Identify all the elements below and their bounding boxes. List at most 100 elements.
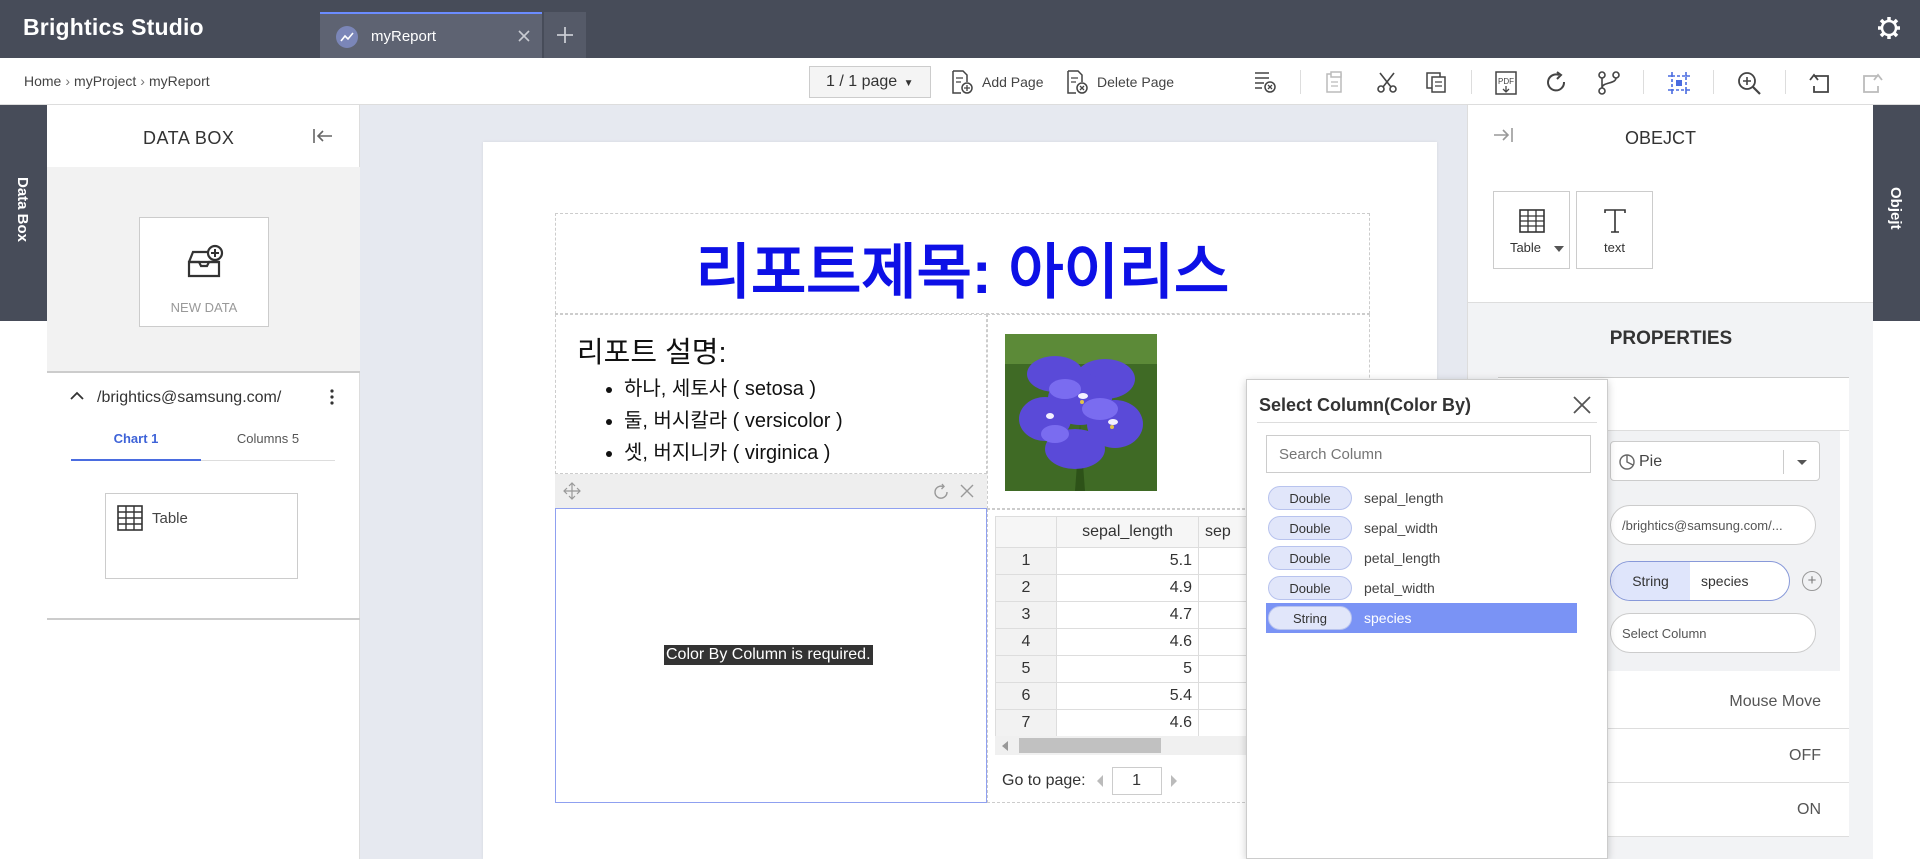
refresh-icon[interactable]: [1543, 70, 1569, 96]
caret-down-icon: ▼: [903, 78, 914, 89]
paste-icon[interactable]: [1323, 70, 1347, 94]
breadcrumb: Home › myProject › myReport: [24, 73, 210, 89]
report-chart-icon: [336, 26, 358, 48]
add-page-button[interactable]: Add Page: [950, 69, 1044, 95]
branch-icon[interactable]: [1596, 70, 1622, 96]
dropdown-arrow-icon[interactable]: [1783, 450, 1819, 474]
pdf-export-icon[interactable]: PDF: [1493, 70, 1519, 96]
title-text-box[interactable]: 리포트제목: 아이리스: [555, 213, 1370, 314]
data-box-side-tab[interactable]: Data Box: [0, 105, 47, 321]
object-side-tab-label: Objejt: [1887, 187, 1904, 230]
data-box-panel: DATA BOX NEW DATA /brightics@samsung.com…: [47, 105, 360, 859]
close-chart-icon[interactable]: [959, 483, 975, 499]
tab-myreport[interactable]: myReport: [320, 12, 542, 58]
column-option-sepal-length[interactable]: Double sepal_length: [1266, 483, 1577, 513]
prev-page-icon[interactable]: [1096, 775, 1104, 787]
divider: [47, 618, 360, 620]
goto-page-input[interactable]: 1: [1111, 767, 1162, 795]
object-palette: Table text: [1468, 167, 1874, 303]
property-value: OFF: [1789, 747, 1821, 764]
collapse-right-icon[interactable]: [1492, 126, 1514, 144]
list-item: 셋, 버지니카 ( virginica ): [624, 437, 843, 469]
close-icon[interactable]: [1571, 394, 1593, 416]
property-row-off[interactable]: OFF: [1608, 729, 1849, 783]
object-side-tab[interactable]: Objejt: [1873, 105, 1920, 321]
more-vertical-icon[interactable]: [329, 389, 335, 405]
add-column-button[interactable]: +: [1802, 571, 1822, 591]
column-header-sepal-length[interactable]: sepal_length: [1056, 516, 1199, 548]
column-option-sepal-width[interactable]: Double sepal_width: [1266, 513, 1577, 543]
column-option-petal-width[interactable]: Double petal_width: [1266, 573, 1577, 603]
horizontal-scrollbar[interactable]: [995, 736, 1250, 755]
row-number: 6: [995, 682, 1057, 710]
cell: 5.4: [1056, 682, 1199, 710]
column-type-badge: Double: [1268, 486, 1352, 510]
column-type-badge: Double: [1268, 546, 1352, 570]
fit-selection-icon[interactable]: [1666, 70, 1692, 96]
redo-icon[interactable]: [1858, 70, 1884, 96]
column-name: sepal_length: [1364, 490, 1444, 506]
data-source-name: /brightics@samsung.com/: [97, 389, 282, 406]
column-name: species: [1364, 610, 1412, 626]
svg-text:PDF: PDF: [1498, 77, 1514, 86]
toolbar-divider: [1643, 70, 1644, 94]
add-database-icon: [185, 244, 225, 282]
move-icon[interactable]: [563, 482, 581, 500]
collapse-left-icon[interactable]: [312, 127, 334, 145]
toolbar: Home › myProject › myReport 1 / 1 page ▼…: [0, 58, 1920, 105]
data-source-header[interactable]: /brightics@samsung.com/: [47, 375, 360, 419]
data-box-header: DATA BOX: [47, 105, 360, 167]
cut-icon[interactable]: [1375, 70, 1399, 94]
copy-icon[interactable]: [1424, 70, 1448, 94]
tab-columns[interactable]: Columns 5: [203, 431, 333, 446]
table-object-button[interactable]: Table: [1493, 191, 1570, 269]
chevron-up-icon[interactable]: [70, 391, 84, 401]
object-panel-header: OBEJCT: [1468, 105, 1874, 167]
undo-icon[interactable]: [1808, 70, 1834, 96]
pagination: Go to page: 1: [1002, 767, 1178, 795]
delete-object-icon[interactable]: [1252, 70, 1278, 94]
divider: [1257, 422, 1597, 423]
table-chart-item[interactable]: Table: [105, 493, 298, 579]
tab-chart[interactable]: Chart 1: [71, 431, 201, 461]
property-row-mouse-move[interactable]: Mouse Move: [1608, 675, 1849, 729]
breadcrumb-project[interactable]: myProject: [74, 73, 136, 89]
new-data-button[interactable]: NEW DATA: [139, 217, 269, 327]
zoom-in-icon[interactable]: [1736, 70, 1762, 96]
row-number: 7: [995, 709, 1057, 737]
search-column-input[interactable]: [1266, 435, 1591, 473]
column-option-petal-length[interactable]: Double petal_length: [1266, 543, 1577, 573]
cell: 4.6: [1056, 709, 1199, 737]
add-page-icon: [952, 70, 973, 94]
property-row-on[interactable]: ON: [1608, 783, 1849, 837]
property-row: [1608, 378, 1849, 431]
object-panel-title: OBEJCT: [1625, 128, 1697, 148]
page-selector[interactable]: 1 / 1 page ▼: [809, 66, 931, 98]
next-page-icon[interactable]: [1170, 775, 1178, 787]
settings-gear-icon[interactable]: [1876, 15, 1902, 41]
select-column-field[interactable]: Select Column: [1610, 613, 1816, 653]
delete-page-button[interactable]: Delete Page: [1065, 69, 1174, 95]
new-data-label: NEW DATA: [170, 300, 238, 315]
breadcrumb-home[interactable]: Home: [24, 73, 61, 89]
chevron-right-icon: ›: [140, 73, 145, 89]
close-tab-icon[interactable]: [516, 28, 532, 44]
description-text-box[interactable]: 리포트 설명: 하나, 세토사 ( setosa ) 둘, 버시칼라 ( ver…: [555, 314, 987, 474]
column-option-species[interactable]: String species: [1266, 603, 1577, 633]
color-by-column-chip[interactable]: String species: [1610, 561, 1790, 601]
toolbar-divider: [1713, 70, 1714, 94]
scroll-left-icon[interactable]: [1001, 741, 1009, 751]
toolbar-divider: [1300, 70, 1301, 94]
column-name: petal_width: [1364, 580, 1435, 596]
caret-down-icon[interactable]: [1554, 246, 1564, 252]
scrollbar-thumb[interactable]: [1019, 738, 1161, 753]
iris-flower-image: [1005, 334, 1157, 491]
breadcrumb-report[interactable]: myReport: [149, 73, 210, 89]
chart-type-select[interactable]: Pie: [1610, 441, 1820, 481]
refresh-chart-icon[interactable]: [932, 483, 950, 501]
chart-object[interactable]: Color By Column is required.: [555, 508, 987, 803]
add-tab-button[interactable]: [544, 12, 586, 58]
data-source-field[interactable]: /brightics@samsung.com/...: [1610, 505, 1816, 545]
toolbar-divider: [1785, 70, 1786, 94]
text-object-button[interactable]: text: [1576, 191, 1653, 269]
